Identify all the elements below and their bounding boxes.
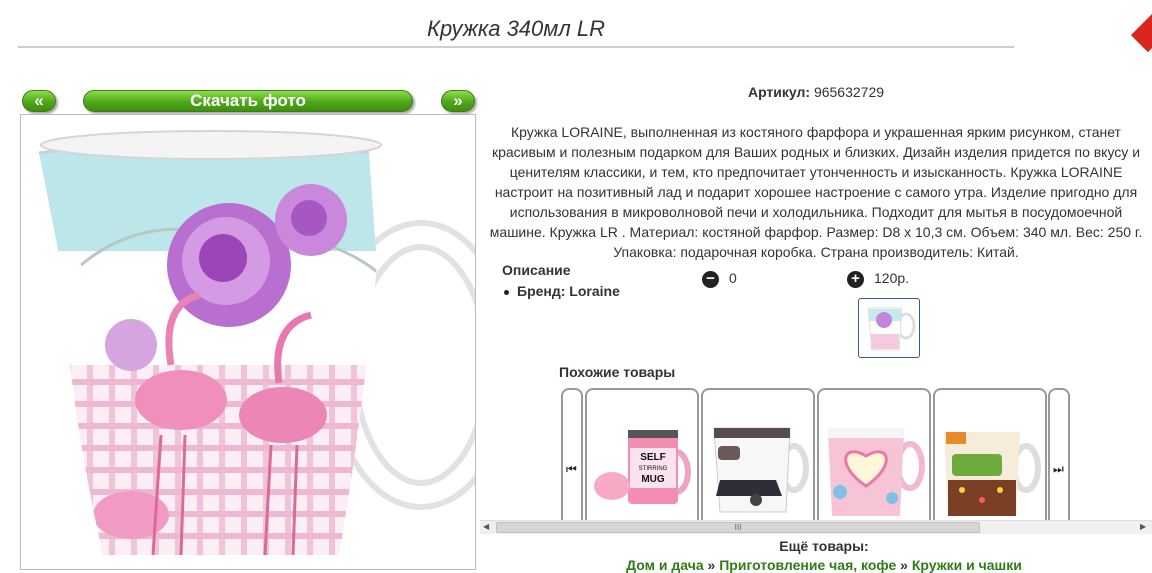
close-icon[interactable] bbox=[1130, 13, 1152, 53]
bullet-icon bbox=[504, 289, 509, 295]
product-thumbnail[interactable] bbox=[858, 298, 920, 358]
similar-product-card[interactable]: SELF STIRRING MUG bbox=[585, 388, 699, 520]
crumb-tea-coffee[interactable]: Приготовление чая, кофе bbox=[719, 557, 896, 573]
self-stirring-mug-image: SELF STIRRING MUG bbox=[594, 430, 691, 504]
article-label: Артикул: bbox=[747, 84, 811, 100]
similar-product-card[interactable] bbox=[817, 388, 931, 520]
crumb-separator: » bbox=[707, 557, 716, 573]
product-title: Кружка 340мл LR bbox=[426, 16, 606, 41]
download-photo-button[interactable]: Скачать фото bbox=[83, 90, 413, 112]
article-line: Артикул: 965632729 bbox=[480, 84, 1152, 100]
price-control: +120р. bbox=[847, 270, 909, 288]
plus-circle-icon[interactable]: + bbox=[847, 270, 864, 288]
skip-back-icon: ⏮ bbox=[566, 462, 577, 476]
carousel-prev-button[interactable]: ⏮ bbox=[561, 388, 583, 520]
mug-thumbnail-image bbox=[867, 307, 916, 351]
crumb-home-garden[interactable]: Дом и дача bbox=[626, 557, 704, 573]
scroll-left-icon[interactable]: ◀ bbox=[483, 522, 489, 531]
title-divider bbox=[18, 46, 1014, 48]
price-value: 120р. bbox=[874, 270, 910, 286]
carousel-next-button[interactable]: ⏭ bbox=[1048, 388, 1070, 520]
heart-flower-mug-image bbox=[828, 428, 925, 516]
minus-circle-icon[interactable]: − bbox=[702, 270, 719, 288]
breadcrumb: Дом и дача » Приготовление чая, кофе » К… bbox=[480, 557, 1152, 573]
crumb-mugs-cups[interactable]: Кружки и чашки bbox=[912, 557, 1022, 573]
similar-product-card[interactable] bbox=[701, 388, 815, 520]
mug-label: MUG bbox=[641, 474, 665, 485]
product-description: Кружка LORAINE, выполненная из костяного… bbox=[489, 124, 1143, 260]
more-products-label: Ещё товары: bbox=[779, 538, 869, 554]
self-label: SELF bbox=[640, 452, 666, 463]
article-value: 965632729 bbox=[813, 84, 885, 100]
carousel-scrollbar[interactable]: ◀ III ▶ bbox=[480, 520, 1152, 534]
brand-line: Бренд: Loraine bbox=[504, 283, 620, 299]
prev-photo-button[interactable]: « bbox=[22, 90, 56, 112]
similar-products-title: Похожие товары bbox=[559, 364, 676, 380]
product-photo bbox=[20, 114, 476, 570]
skip-forward-icon: ⏭ bbox=[1053, 462, 1064, 476]
scroll-right-icon[interactable]: ▶ bbox=[1140, 522, 1146, 531]
car-print-mug-image bbox=[713, 427, 809, 513]
brand-label: Бренд: Loraine bbox=[517, 283, 620, 299]
scrollbar-thumb[interactable]: III bbox=[496, 522, 980, 533]
quantity-value: 0 bbox=[729, 270, 737, 286]
mug-image bbox=[38, 130, 475, 555]
quantity-control: −0 bbox=[702, 270, 737, 288]
description-heading: Описание bbox=[502, 262, 571, 278]
similar-product-card[interactable] bbox=[933, 388, 1047, 520]
crumb-separator: » bbox=[900, 557, 908, 573]
next-photo-button[interactable]: » bbox=[441, 90, 475, 112]
retro-car-mug-image bbox=[944, 432, 1041, 516]
stirring-label: STIRRING bbox=[639, 466, 668, 472]
